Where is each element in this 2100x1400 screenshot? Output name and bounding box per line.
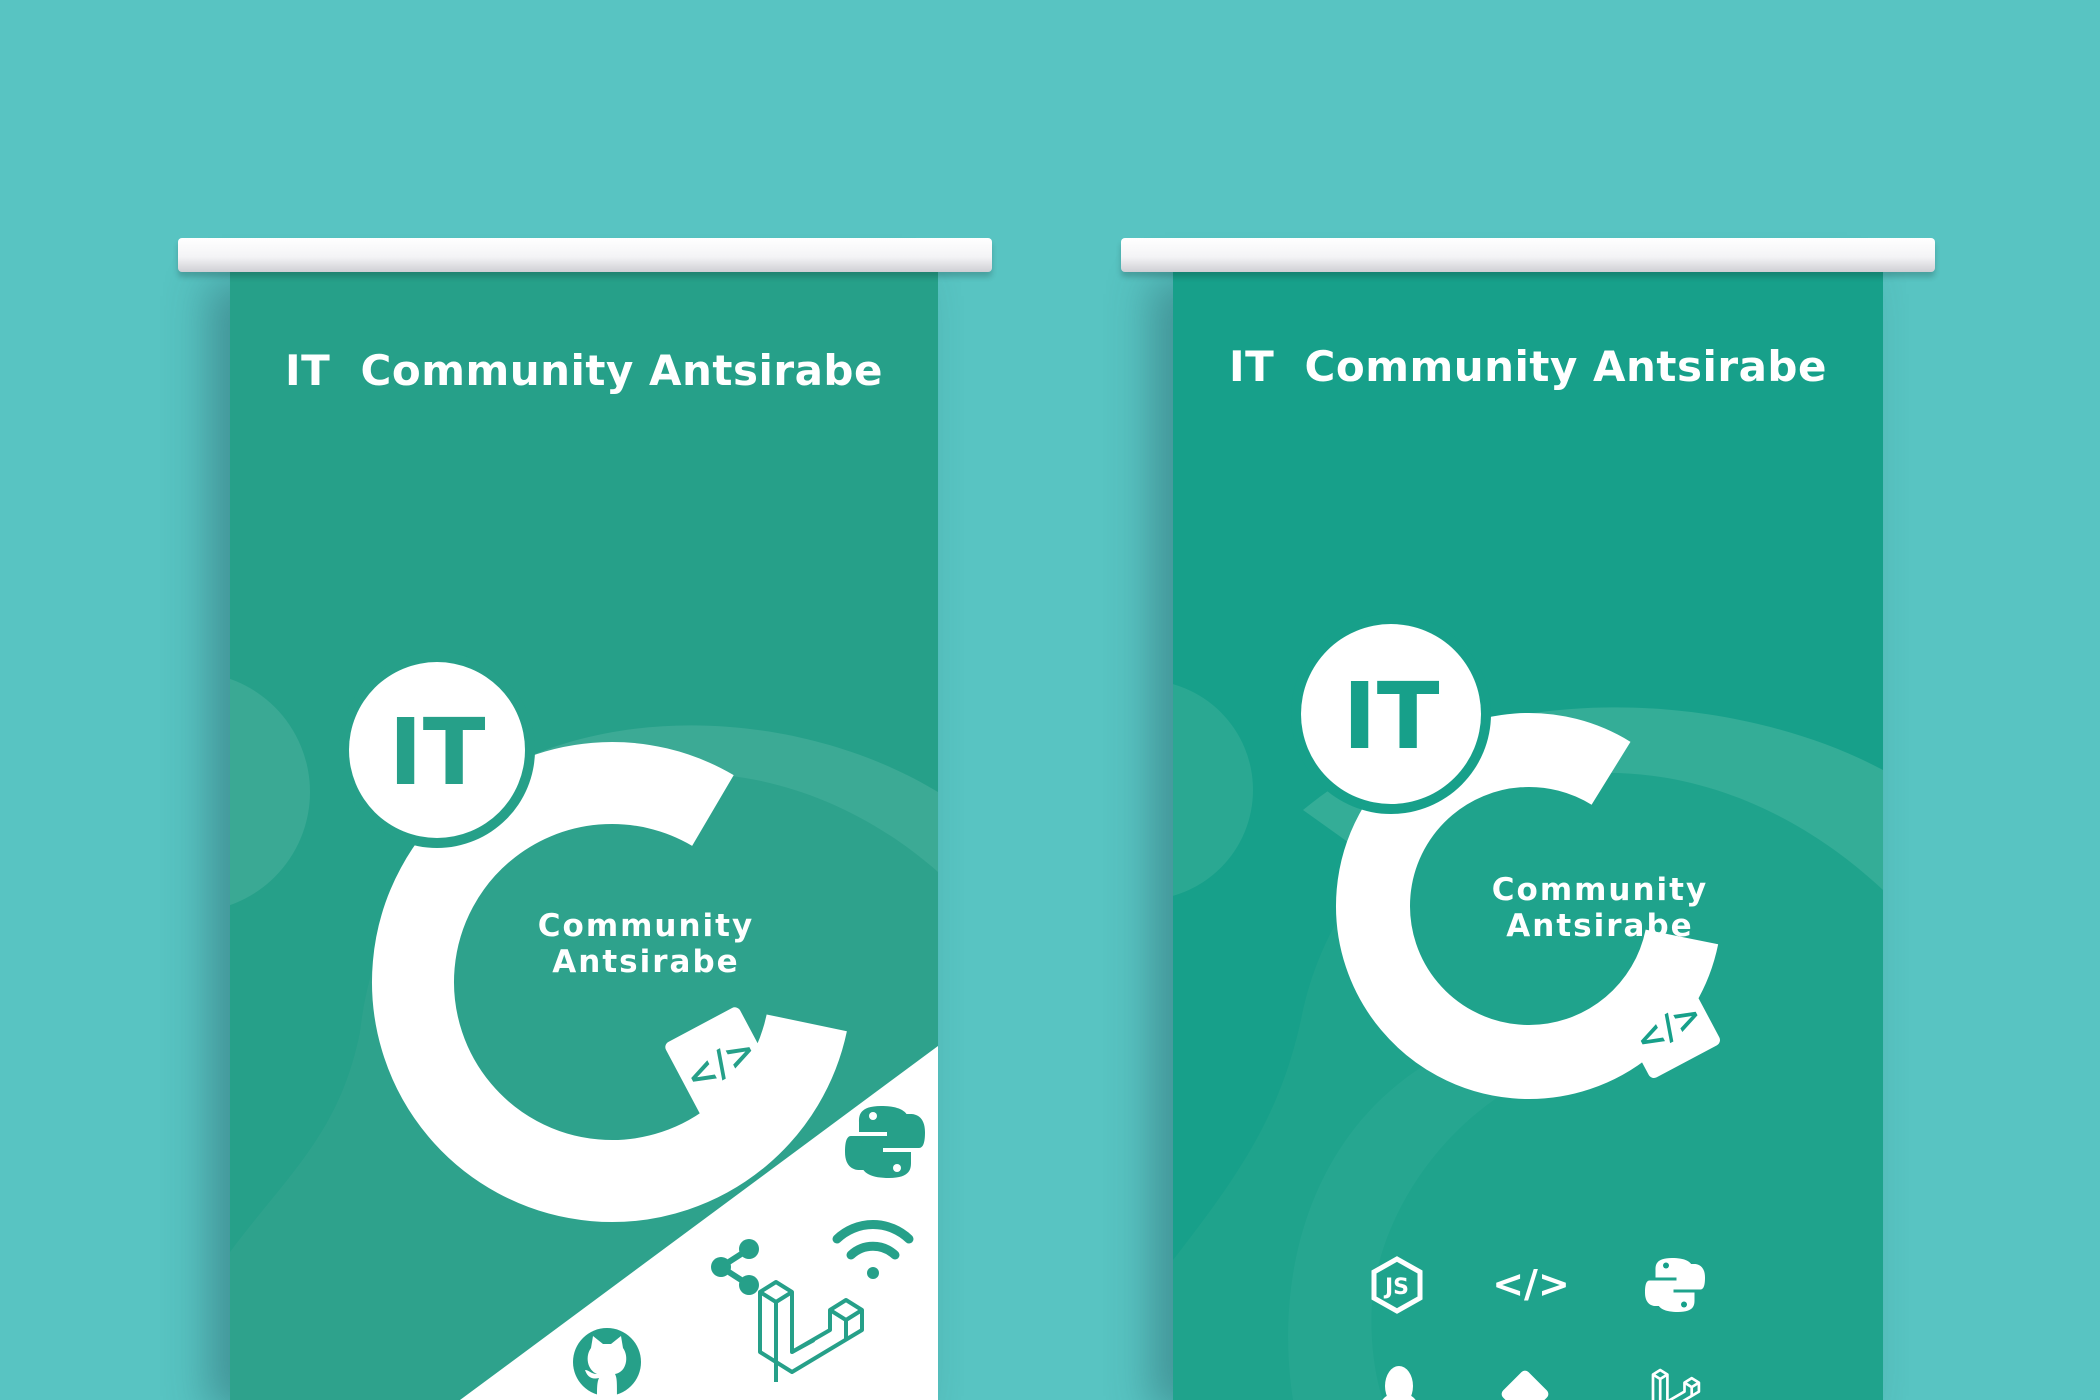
right-banner-rod <box>1121 238 1935 272</box>
right-banner-artwork: </> IT Community Antsirabe JS </> <box>1173 614 1883 1400</box>
it-badge: IT <box>339 652 535 848</box>
logo-line-community: Community <box>1492 872 1708 908</box>
right-banner: </> IT Community Antsirabe JS </> IT Com… <box>1173 270 1883 1400</box>
logo-line-antsirabe: Antsirabe <box>1506 908 1693 944</box>
left-banner-artwork: </> IT Community Antsirabe <box>230 652 938 1400</box>
svg-text:JS: JS <box>1383 1275 1409 1300</box>
code-icon: </> <box>1492 1262 1570 1306</box>
it-badge: IT <box>1291 614 1491 814</box>
it-badge-text: IT <box>389 699 486 806</box>
left-banner-rod <box>178 238 992 272</box>
decor-circle-left <box>1173 684 1253 896</box>
logo-line-community: Community <box>538 908 754 944</box>
left-banner-title: IT Community Antsirabe <box>285 346 883 395</box>
svg-text:</>: </> <box>1492 1262 1570 1306</box>
right-banner-title: IT Community Antsirabe <box>1229 342 1827 391</box>
it-badge-text: IT <box>1343 663 1440 770</box>
left-banner: </> IT Community Antsirabe IT Community … <box>230 272 938 1400</box>
github-icon <box>573 1328 641 1396</box>
decor-circle-left <box>230 678 310 906</box>
logo-line-antsirabe: Antsirabe <box>552 944 739 980</box>
